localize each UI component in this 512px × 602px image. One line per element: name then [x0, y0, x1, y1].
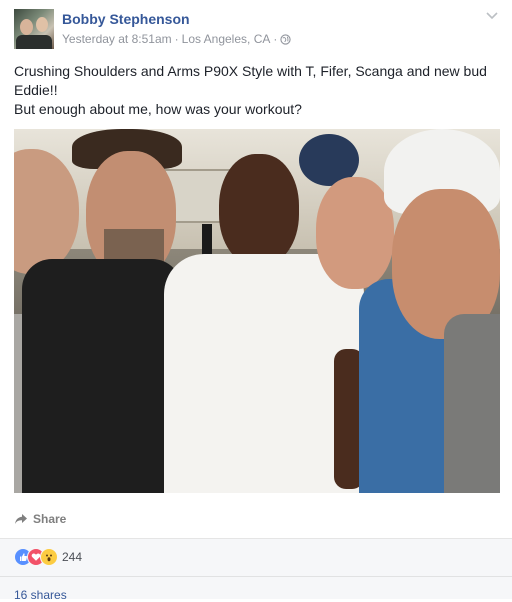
author-avatar[interactable] [14, 9, 54, 49]
share-label: Share [33, 512, 67, 526]
chevron-down-icon[interactable] [486, 12, 498, 20]
post-text-line-1: Crushing Shoulders and Arms P90X Style w… [14, 63, 487, 98]
post-location[interactable]: Los Angeles, CA [182, 32, 271, 46]
divider [0, 576, 512, 577]
meta-separator-2: · [273, 32, 278, 46]
meta-separator: · [174, 32, 179, 46]
wow-icon [40, 548, 58, 566]
globe-icon[interactable] [280, 33, 292, 45]
reactions-bar: 244 16 shares [0, 538, 512, 602]
post-text-line-2: But enough about me, how was your workou… [14, 101, 302, 117]
share-arrow-icon [15, 514, 27, 524]
post-text: Crushing Shoulders and Arms P90X Style w… [14, 62, 502, 119]
author-name[interactable]: Bobby Stephenson [62, 11, 190, 27]
share-button[interactable]: Share [14, 512, 66, 526]
reactions-summary[interactable]: 244 [14, 548, 82, 566]
post-card: Bobby Stephenson Yesterday at 8:51am · L… [0, 0, 512, 602]
reaction-count[interactable]: 244 [62, 550, 82, 564]
shares-count[interactable]: 16 shares [14, 588, 67, 602]
post-meta: Yesterday at 8:51am · Los Angeles, CA · [62, 32, 292, 46]
post-photo[interactable] [14, 129, 500, 493]
post-timestamp[interactable]: Yesterday at 8:51am [62, 32, 172, 46]
